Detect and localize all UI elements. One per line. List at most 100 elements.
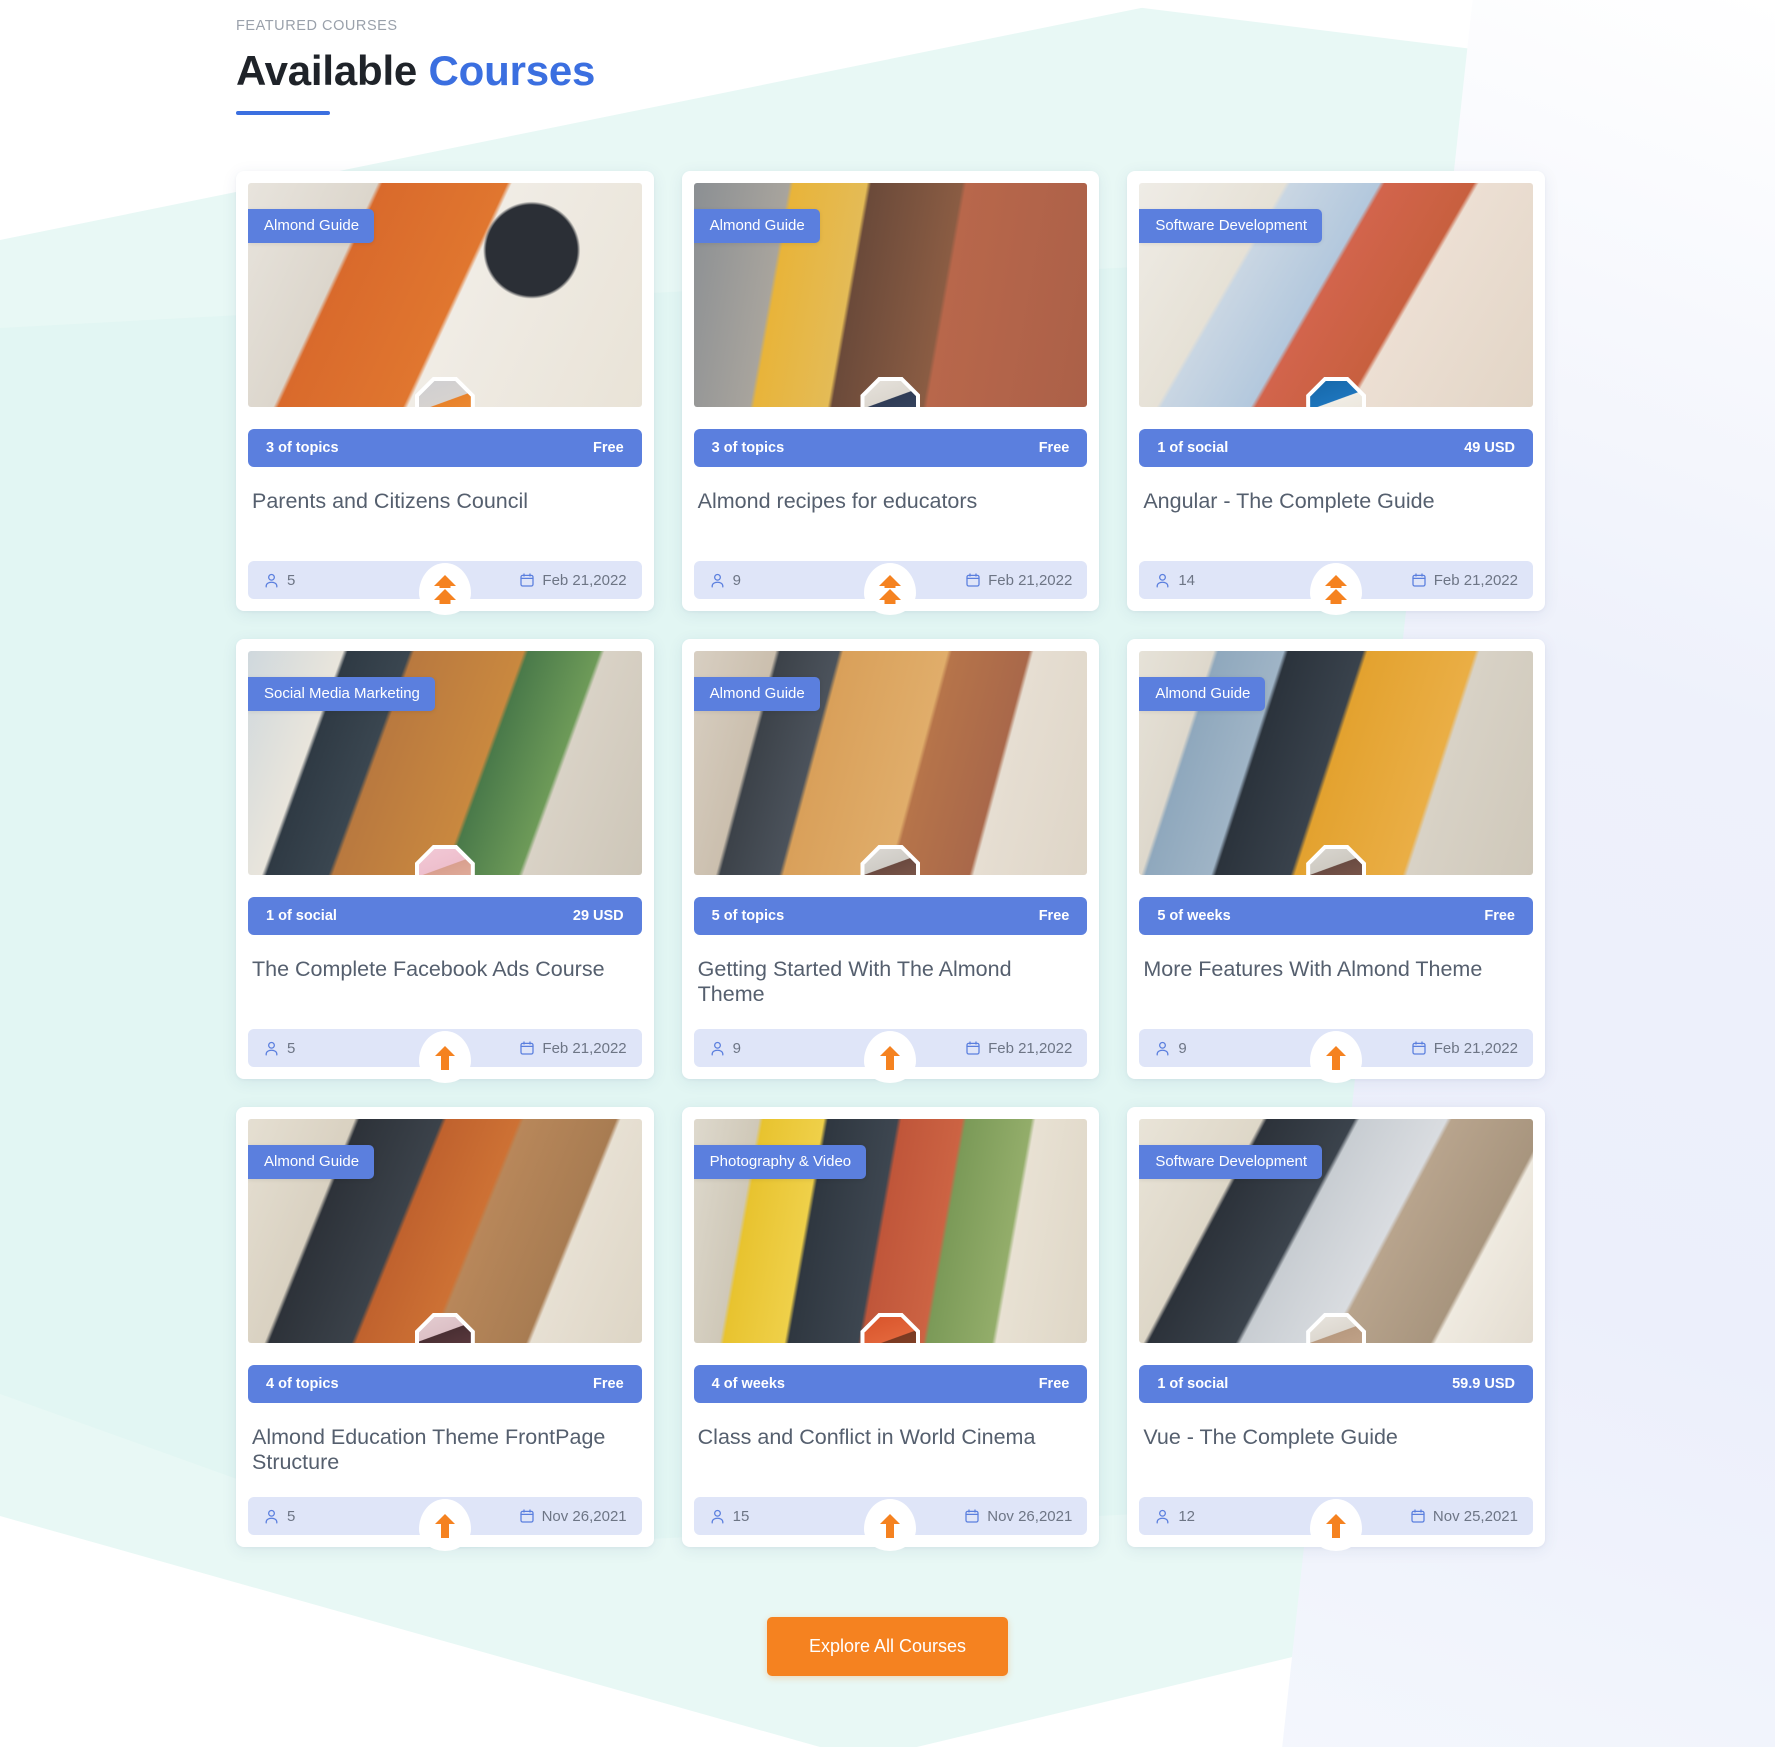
category-badge[interactable]: Software Development <box>1139 209 1323 243</box>
instructor-avatar-image <box>418 849 471 875</box>
students-group: 12 <box>1154 1508 1195 1525</box>
user-icon <box>1154 1040 1171 1057</box>
user-icon <box>1154 572 1171 589</box>
course-meta-bar: 3 of topics Free <box>248 429 642 467</box>
calendar-icon <box>965 572 981 588</box>
lessons-count: 1 of social <box>266 908 337 924</box>
course-card-9[interactable]: Software Development 1 of social 59.9 US… <box>1127 1107 1545 1551</box>
category-badge[interactable]: Social Media Marketing <box>248 677 435 711</box>
course-thumbnail[interactable]: Almond Guide <box>248 183 642 407</box>
course-footer: 12 Nov 25,2021 <box>1139 1497 1533 1551</box>
calendar-icon <box>1411 1040 1427 1056</box>
students-group: 14 <box>1154 572 1195 589</box>
course-title[interactable]: More Features With Almond Theme <box>1143 957 1529 1009</box>
course-price: 59.9 USD <box>1452 1376 1515 1392</box>
category-badge[interactable]: Almond Guide <box>1139 677 1266 711</box>
course-meta-bar: 1 of social 49 USD <box>1139 429 1533 467</box>
course-card-3[interactable]: Software Development 1 of social 49 USD … <box>1127 171 1545 615</box>
category-badge[interactable]: Software Development <box>1139 1145 1323 1179</box>
course-title[interactable]: The Complete Facebook Ads Course <box>252 957 638 1009</box>
course-thumbnail[interactable]: Software Development <box>1139 1119 1533 1343</box>
course-thumbnail[interactable]: Almond Guide <box>1139 651 1533 875</box>
course-thumbnail[interactable]: Software Development <box>1139 183 1533 407</box>
course-card-6[interactable]: Almond Guide 5 of weeks Free More Featur… <box>1127 639 1545 1083</box>
calendar-icon <box>1411 572 1427 588</box>
course-title[interactable]: Almond recipes for educators <box>698 489 1084 541</box>
students-count: 12 <box>1178 1507 1196 1525</box>
arrow-up-icon <box>1310 1499 1363 1551</box>
course-price: 29 USD <box>572 908 624 924</box>
course-title[interactable]: Almond Education Theme FrontPage Structu… <box>252 1425 638 1477</box>
course-footer: 5 Feb 21,2022 <box>248 561 642 615</box>
page-title-accent: Courses <box>428 47 596 94</box>
course-title[interactable]: Parents and Citizens Council <box>252 489 638 541</box>
avatar-fill <box>1310 849 1363 875</box>
students-count: 14 <box>1178 571 1196 589</box>
calendar-icon <box>519 1040 535 1056</box>
course-card-7[interactable]: Almond Guide 4 of topics Free Almond Edu… <box>236 1107 654 1551</box>
card-spacer <box>248 1009 642 1029</box>
course-title[interactable]: Angular - The Complete Guide <box>1143 489 1529 541</box>
course-meta-bar: 3 of topics Free <box>693 429 1088 467</box>
date-group: Feb 21,2022 <box>1411 572 1518 589</box>
course-title[interactable]: Vue - The Complete Guide <box>1143 1425 1529 1477</box>
course-date: Nov 26,2021 <box>987 1507 1073 1525</box>
course-price: Free <box>1038 440 1070 456</box>
course-date: Feb 21,2022 <box>988 1039 1073 1057</box>
lessons-count: 5 of topics <box>711 908 785 924</box>
course-card-8[interactable]: Photography & Video 4 of weeks Free Clas… <box>681 1107 1100 1551</box>
calendar-icon <box>965 1040 981 1056</box>
students-count: 9 <box>732 1039 741 1057</box>
category-badge[interactable]: Photography & Video <box>693 1145 867 1179</box>
course-card-5[interactable]: Almond Guide 5 of topics Free Getting St… <box>681 639 1100 1083</box>
course-date: Feb 21,2022 <box>542 571 627 589</box>
instructor-avatar-image <box>864 381 917 407</box>
course-price: Free <box>1038 1376 1070 1392</box>
course-card-4[interactable]: Social Media Marketing 1 of social 29 US… <box>236 639 654 1083</box>
students-count: 5 <box>287 571 296 589</box>
course-price: Free <box>593 440 624 456</box>
course-thumbnail[interactable]: Almond Guide <box>693 651 1088 875</box>
lessons-count: 4 of topics <box>266 1376 339 1392</box>
card-spacer <box>694 1009 1088 1029</box>
arrow-up-glyph <box>880 1514 901 1538</box>
cta-container: Explore All Courses <box>0 1617 1775 1676</box>
category-badge[interactable]: Almond Guide <box>248 209 375 243</box>
course-meta-bar: 4 of topics Free <box>248 1365 642 1403</box>
course-card-1[interactable]: Almond Guide 3 of topics Free Parents an… <box>236 171 654 615</box>
user-icon <box>709 572 726 589</box>
avatar-fill <box>864 381 917 407</box>
students-group: 5 <box>263 572 295 589</box>
card-spacer <box>1139 541 1533 561</box>
course-thumbnail[interactable]: Almond Guide <box>693 183 1088 407</box>
date-group: Feb 21,2022 <box>965 1040 1072 1057</box>
lessons-count: 4 of weeks <box>711 1376 785 1392</box>
students-group: 15 <box>709 1507 750 1525</box>
lessons-count: 1 of social <box>1157 1376 1229 1392</box>
course-thumbnail[interactable]: Social Media Marketing <box>248 651 642 875</box>
arrow-up-glyph <box>1326 1046 1347 1070</box>
course-date: Feb 21,2022 <box>542 1039 627 1057</box>
category-badge[interactable]: Almond Guide <box>248 1145 375 1179</box>
user-icon <box>263 572 280 589</box>
course-meta-bar: 5 of weeks Free <box>1139 897 1533 935</box>
user-icon <box>263 1508 280 1525</box>
course-title[interactable]: Class and Conflict in World Cinema <box>698 1425 1084 1477</box>
students-count: 15 <box>732 1507 750 1525</box>
category-badge[interactable]: Almond Guide <box>693 677 820 711</box>
arrow-up-glyph <box>880 1046 901 1070</box>
students-group: 5 <box>263 1508 295 1525</box>
course-title[interactable]: Getting Started With The Almond Theme <box>698 957 1084 1009</box>
instructor-avatar-image <box>864 1317 917 1343</box>
explore-all-courses-button[interactable]: Explore All Courses <box>766 1617 1009 1676</box>
course-footer: 9 Feb 21,2022 <box>693 561 1088 615</box>
double-arrow-up-icon <box>864 563 917 615</box>
course-card-2[interactable]: Almond Guide 3 of topics Free Almond rec… <box>681 171 1100 615</box>
course-footer: 15 Nov 26,2021 <box>693 1497 1088 1551</box>
course-footer: 9 Feb 21,2022 <box>693 1029 1088 1083</box>
course-thumbnail[interactable]: Almond Guide <box>248 1119 642 1343</box>
course-grid: Almond Guide 3 of topics Free Parents an… <box>0 171 1775 1551</box>
category-badge[interactable]: Almond Guide <box>693 209 820 243</box>
course-meta-bar: 1 of social 59.9 USD <box>1139 1365 1533 1403</box>
course-thumbnail[interactable]: Photography & Video <box>693 1119 1088 1343</box>
